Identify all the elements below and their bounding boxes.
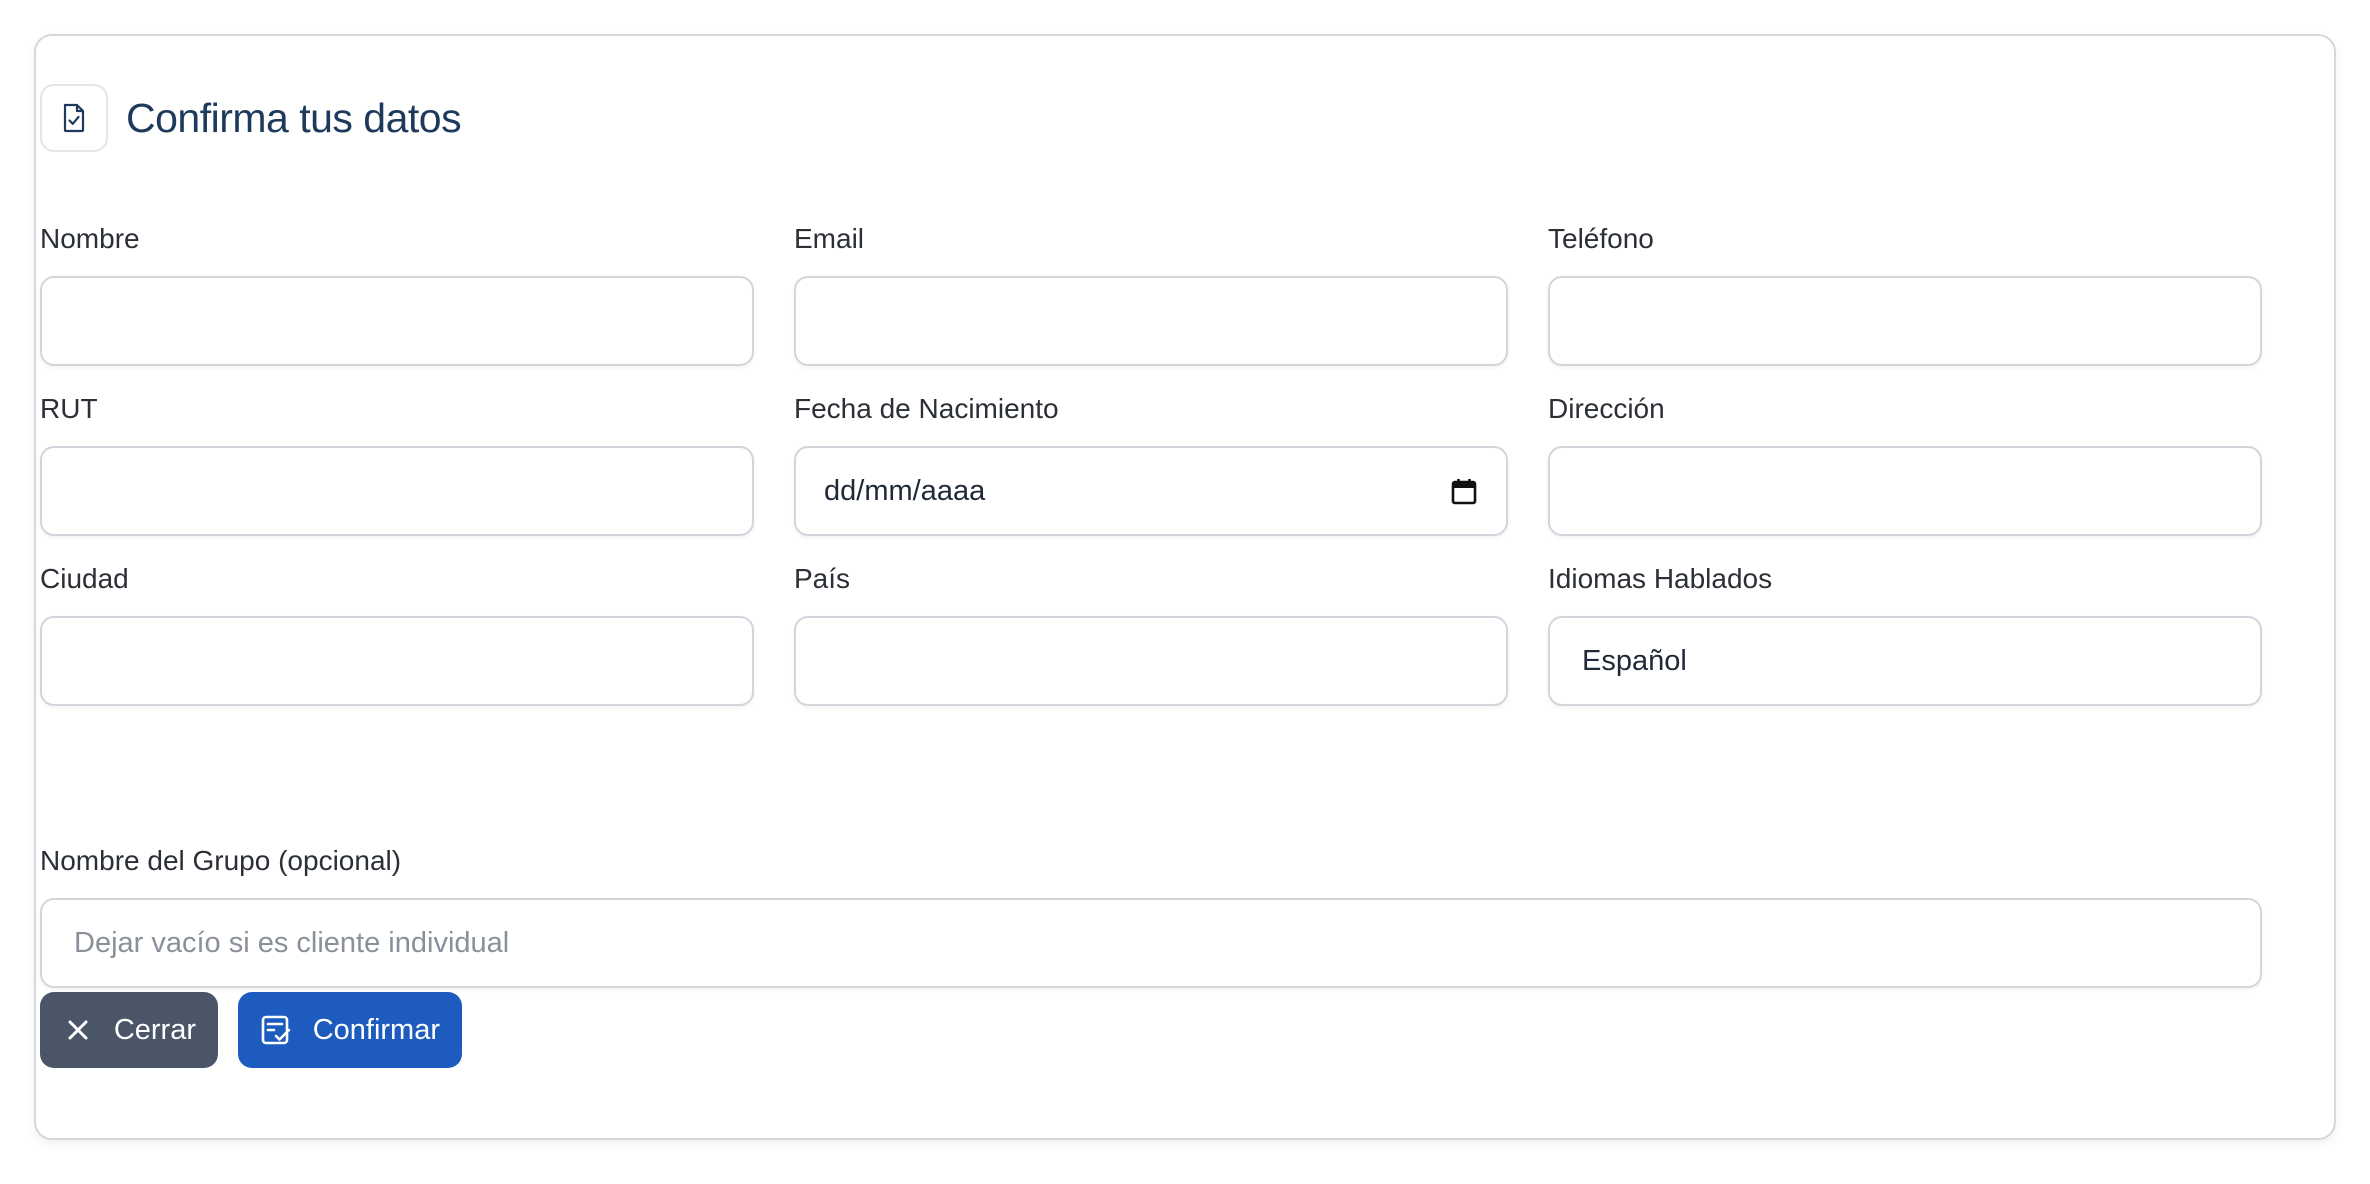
field-label: Dirección bbox=[1548, 393, 1665, 424]
field-label: Nombre del Grupo (opcional) bbox=[40, 845, 402, 876]
card-header: Confirma tus datos bbox=[40, 82, 462, 154]
field-label: País bbox=[794, 563, 851, 594]
field-label: Ciudad bbox=[40, 563, 129, 594]
checklist-icon bbox=[260, 1013, 293, 1047]
field-ciudad: Ciudad bbox=[40, 562, 754, 706]
telefono-input[interactable] bbox=[1548, 276, 2262, 366]
close-button-label: Cerrar bbox=[113, 1013, 196, 1046]
close-icon bbox=[62, 1013, 94, 1047]
field-direccion: Dirección bbox=[1548, 392, 2262, 536]
confirm-button[interactable]: Confirmar bbox=[238, 992, 462, 1068]
field-label: Email bbox=[794, 223, 865, 254]
field-label: Teléfono bbox=[1548, 223, 1654, 254]
page-title: Confirma tus datos bbox=[126, 94, 462, 141]
close-button[interactable]: Cerrar bbox=[40, 992, 218, 1068]
action-buttons: Cerrar Confirmar bbox=[40, 992, 462, 1068]
form-grid: Nombre Email Teléfono RUT Fecha de Nacim… bbox=[40, 222, 2262, 706]
pais-input[interactable] bbox=[794, 616, 1508, 706]
confirm-button-label: Confirmar bbox=[312, 1013, 440, 1046]
field-nombre-grupo: Nombre del Grupo (opcional) Dejar vacío … bbox=[40, 844, 2262, 988]
field-telefono: Teléfono bbox=[1548, 222, 2262, 366]
field-label: Fecha de Nacimiento bbox=[794, 393, 1059, 424]
date-value: dd/mm/aaaa bbox=[824, 474, 986, 507]
field-idiomas: Idiomas Hablados Español bbox=[1548, 562, 2262, 706]
field-email: Email bbox=[794, 222, 1508, 366]
email-input[interactable] bbox=[794, 276, 1508, 366]
field-label: RUT bbox=[40, 393, 98, 424]
calendar-icon[interactable] bbox=[1450, 477, 1478, 515]
rut-input[interactable] bbox=[40, 446, 754, 536]
field-nombre: Nombre bbox=[40, 222, 754, 366]
group-name-placeholder: Dejar vacío si es cliente individual bbox=[74, 926, 510, 959]
document-check-icon bbox=[40, 84, 108, 152]
field-pais: País bbox=[794, 562, 1508, 706]
field-label: Nombre bbox=[40, 223, 140, 254]
field-fecha-nacimiento: Fecha de Nacimiento dd/mm/aaaa bbox=[794, 392, 1508, 536]
nombre-input[interactable] bbox=[40, 276, 754, 366]
direccion-input[interactable] bbox=[1548, 446, 2262, 536]
ciudad-input[interactable] bbox=[40, 616, 754, 706]
field-label: Idiomas Hablados bbox=[1548, 563, 1773, 594]
idiomas-input[interactable]: Español bbox=[1548, 616, 2262, 706]
field-rut: RUT bbox=[40, 392, 754, 536]
group-name-input[interactable]: Dejar vacío si es cliente individual bbox=[40, 898, 2262, 988]
birthdate-input[interactable]: dd/mm/aaaa bbox=[794, 446, 1508, 536]
